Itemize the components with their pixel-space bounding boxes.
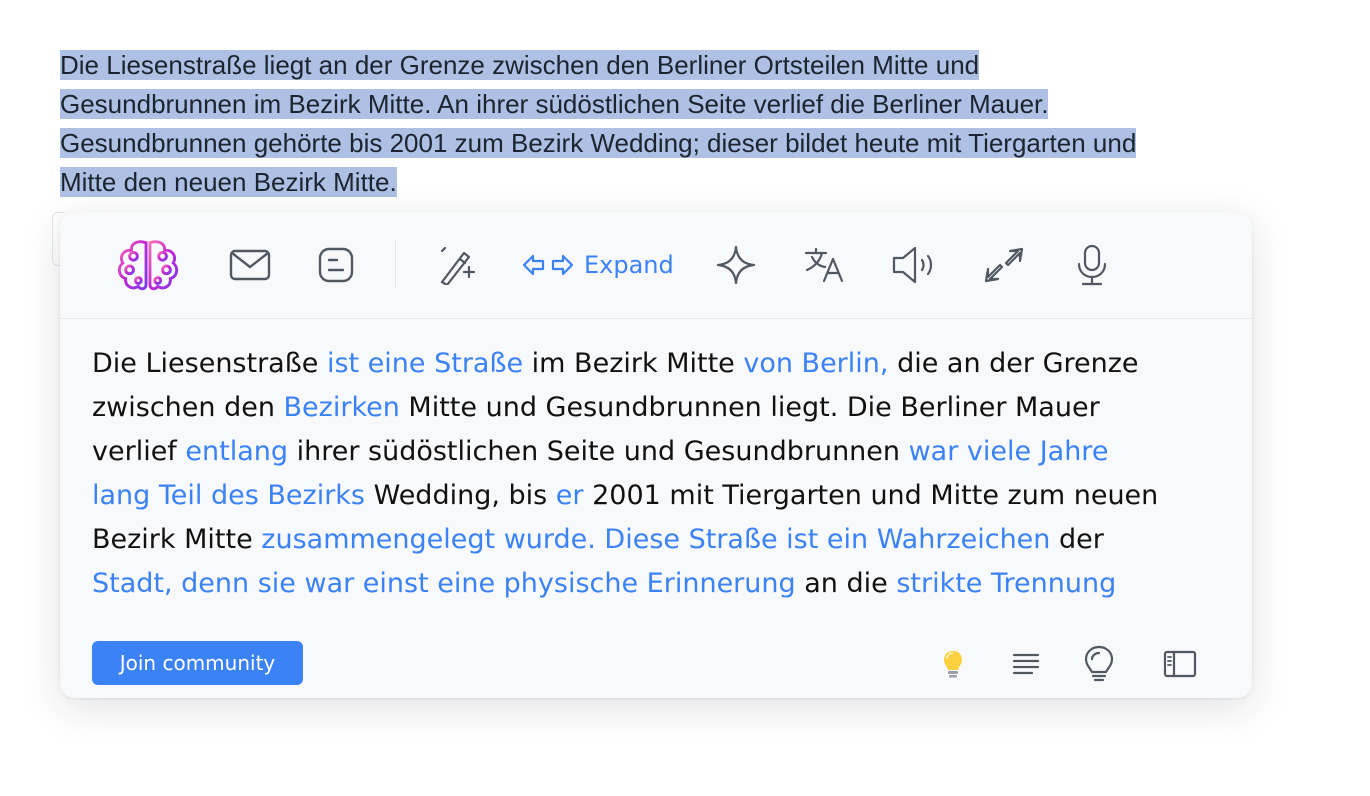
speaker-icon[interactable] <box>891 242 937 288</box>
changed-text-segment: von Berlin, <box>743 348 889 379</box>
changed-text-segment: Stadt, denn sie war einst eine physische… <box>92 568 796 599</box>
sparkle-icon[interactable] <box>713 242 759 288</box>
changed-text-segment: er <box>555 480 584 511</box>
expand-button[interactable]: Expand <box>522 242 674 288</box>
ai-assistant-popup: Expand Die Liesenstraße ist eine Straße … <box>60 212 1252 698</box>
align-lines-icon[interactable] <box>1006 644 1046 684</box>
rewritten-result-text: Die Liesenstraße ist eine Straße im Bezi… <box>92 342 1172 624</box>
text-segment: Die Liesenstraße <box>92 348 327 379</box>
changed-text-segment: ist eine Straße <box>326 348 524 379</box>
changed-text-segment: zusammengelegt wurde. Diese Straße ist e… <box>261 524 1051 555</box>
brain-logo-icon[interactable] <box>116 233 180 297</box>
text-segment: an die <box>795 568 897 599</box>
magic-wand-icon[interactable] <box>433 242 479 288</box>
sidebar-panel-icon[interactable] <box>1160 644 1200 684</box>
changed-text-segment: Bezirken <box>283 392 400 423</box>
selected-source-text: Die Liesenstraße liegt an der Grenze zwi… <box>60 46 1290 202</box>
toolbar: Expand <box>60 212 1252 319</box>
lightbulb-icon[interactable] <box>933 644 973 684</box>
text-segment: ihrer südöstlichen Seite und Gesundbrunn… <box>288 436 909 467</box>
expand-label: Expand <box>584 251 674 279</box>
changed-text-segment: entlang <box>185 436 289 467</box>
source-line: Mitte den neuen Bezirk Mitte. <box>60 167 397 197</box>
text-segment: im Bezirk Mitte <box>523 348 744 379</box>
mail-icon[interactable] <box>227 242 273 288</box>
blogger-icon[interactable] <box>313 242 359 288</box>
toolbar-divider <box>395 241 396 287</box>
join-community-button[interactable]: Join community <box>92 641 303 685</box>
source-line: Die Liesenstraße liegt an der Grenze zwi… <box>60 50 980 80</box>
expand-arrows-icon <box>522 254 574 276</box>
text-segment: der <box>1050 524 1104 555</box>
translate-icon[interactable] <box>801 242 847 288</box>
changed-text-segment: strikte Trennung <box>896 568 1117 599</box>
source-line: Gesundbrunnen im Bezirk Mitte. An ihrer … <box>60 89 1049 119</box>
text-segment: Wedding, bis <box>365 480 556 511</box>
source-line: Gesundbrunnen gehörte bis 2001 zum Bezir… <box>60 128 1137 158</box>
compress-icon[interactable] <box>981 242 1027 288</box>
idea-bulb-icon[interactable] <box>1079 644 1119 684</box>
microphone-icon[interactable] <box>1069 242 1115 288</box>
